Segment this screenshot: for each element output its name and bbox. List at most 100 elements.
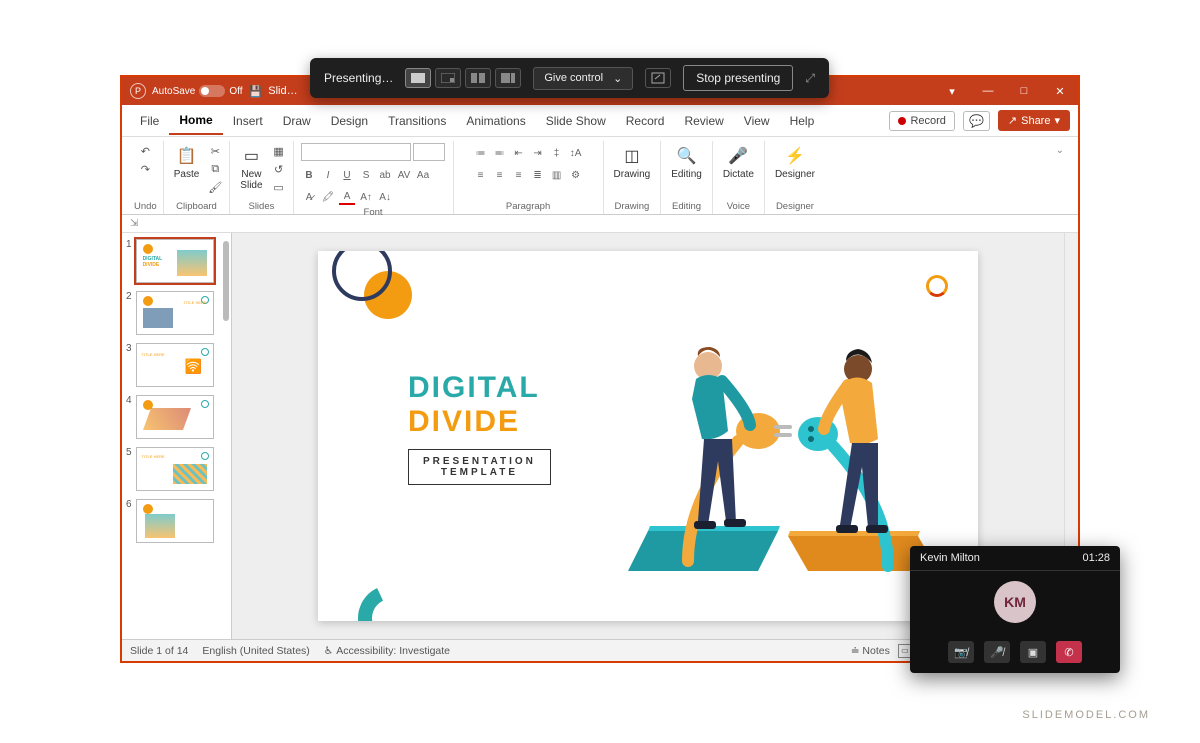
thumbnail-3[interactable]: 3TITLE HERE🛜 (126, 343, 227, 387)
dictate-label: Dictate (723, 169, 754, 180)
collapse-ribbon-button[interactable]: ⌄ (1048, 141, 1072, 214)
ribbon-options-icon[interactable]: ▾ (934, 77, 970, 105)
bullets-button[interactable]: ≔ (473, 145, 489, 161)
copy-button[interactable]: ⧉ (207, 161, 223, 177)
thumb-number: 6 (126, 499, 132, 543)
give-control-dropdown[interactable]: Give control ⌄ (533, 67, 633, 90)
drawing-button[interactable]: ◫Drawing (610, 143, 655, 182)
editing-button[interactable]: 🔍Editing (667, 143, 706, 182)
tab-home[interactable]: Home (169, 107, 222, 135)
comments-icon[interactable]: 💬 (963, 111, 990, 131)
tab-file[interactable]: File (130, 108, 169, 134)
tab-design[interactable]: Design (321, 108, 378, 134)
align-right-button[interactable]: ≡ (511, 167, 527, 183)
shadow-button[interactable]: ab (377, 167, 393, 183)
hangup-button[interactable]: ✆ (1056, 641, 1082, 663)
tab-help[interactable]: Help (780, 108, 825, 134)
slide-canvas[interactable]: DIGITAL DIVIDE PRESENTATION TEMPLATE (318, 251, 978, 621)
format-painter-button[interactable]: 🖌 (207, 179, 223, 195)
collapse-handle[interactable]: ⇲ (130, 218, 138, 229)
teams-call-widget[interactable]: Kevin Milton 01:28 KM 📷̸ 🎤̸ ▣ ✆ (910, 546, 1120, 673)
status-accessibility[interactable]: ♿︎Accessibility: Investigate (324, 645, 450, 657)
tab-record[interactable]: Record (616, 108, 675, 134)
columns-button[interactable]: ▥ (549, 167, 565, 183)
popout-button[interactable] (645, 68, 671, 88)
mic-toggle-button[interactable]: 🎤̸ (984, 641, 1010, 663)
thumbnail-6[interactable]: 6 (126, 499, 227, 543)
stop-presenting-button[interactable]: Stop presenting (683, 65, 793, 91)
tab-insert[interactable]: Insert (223, 108, 273, 134)
save-icon[interactable]: 💾 (249, 85, 263, 98)
spacing-button[interactable]: AV (396, 167, 412, 183)
tab-transitions[interactable]: Transitions (378, 108, 456, 134)
case-button[interactable]: Aa (415, 167, 431, 183)
camera-toggle-button[interactable]: 📷̸ (948, 641, 974, 663)
layout-side-by-side-button[interactable] (465, 68, 491, 88)
indent-left-button[interactable]: ⇤ (511, 145, 527, 161)
reset-button[interactable]: ↺ (271, 161, 287, 177)
layout-reporter-button[interactable] (495, 68, 521, 88)
undo-button[interactable]: ↶ (137, 143, 153, 159)
underline-button[interactable]: U (339, 167, 355, 183)
layout-button[interactable]: ▦ (271, 143, 287, 159)
tab-view[interactable]: View (734, 108, 780, 134)
notes-button[interactable]: ≐ Notes (851, 645, 890, 657)
smartart-button[interactable]: ⚙ (568, 167, 584, 183)
strike-button[interactable]: S (358, 167, 374, 183)
section-button[interactable]: ▭ (271, 179, 287, 195)
font-family-dropdown[interactable] (301, 143, 411, 161)
justify-button[interactable]: ≣ (530, 167, 546, 183)
group-voice: 🎤Dictate Voice (713, 141, 765, 214)
drawing-label: Drawing (614, 169, 651, 180)
minimize-button[interactable]: — (970, 77, 1006, 105)
thumbnail-5[interactable]: 5TITLE HERE (126, 447, 227, 491)
paste-button[interactable]: 📋Paste (170, 143, 204, 182)
indent-right-button[interactable]: ⇥ (530, 145, 546, 161)
highlight-button[interactable]: 🖍 (320, 189, 336, 205)
thumb-number: 5 (126, 447, 132, 491)
close-icon: ✕ (1055, 85, 1064, 98)
record-button[interactable]: Record (889, 111, 954, 131)
mic-off-icon: 🎤̸ (990, 646, 1004, 659)
camera-off-icon: 📷̸ (954, 646, 968, 659)
tab-slideshow[interactable]: Slide Show (536, 108, 616, 134)
dictate-button[interactable]: 🎤Dictate (719, 143, 758, 182)
thumbnail-1[interactable]: 1DIGITALDIVIDE (126, 239, 227, 283)
thumbnail-2[interactable]: 2TITLE HERE (126, 291, 227, 335)
align-left-button[interactable]: ≡ (473, 167, 489, 183)
align-center-button[interactable]: ≡ (492, 167, 508, 183)
status-language[interactable]: English (United States) (202, 645, 309, 657)
clear-format-button[interactable]: A̷ (301, 189, 317, 205)
ribbon: ↶↷ Undo 📋Paste ✂⧉🖌 Clipboard ▭New Slide … (122, 137, 1078, 215)
redo-button[interactable]: ↷ (137, 161, 153, 177)
increase-font-button[interactable]: A↑ (358, 189, 374, 205)
tab-draw[interactable]: Draw (273, 108, 321, 134)
maximize-button[interactable]: □ (1006, 77, 1042, 105)
thumbnail-4[interactable]: 4 (126, 395, 227, 439)
designer-button[interactable]: ⚡Designer (771, 143, 819, 182)
decrease-font-button[interactable]: A↓ (377, 189, 393, 205)
font-size-dropdown[interactable] (413, 143, 445, 161)
share-toggle-button[interactable]: ▣ (1020, 641, 1046, 663)
italic-button[interactable]: I (320, 167, 336, 183)
tab-animations[interactable]: Animations (456, 108, 535, 134)
numbering-button[interactable]: ≕ (492, 145, 508, 161)
new-slide-button[interactable]: ▭New Slide (236, 143, 266, 193)
scrollbar-thumb[interactable] (223, 241, 229, 321)
tab-review[interactable]: Review (674, 108, 733, 134)
chevron-down-icon: ▾ (1054, 114, 1060, 127)
layout-standout-button[interactable] (435, 68, 461, 88)
font-color-button[interactable]: A (339, 189, 355, 205)
text-direction-button[interactable]: ↕A (568, 145, 584, 161)
slide-sub2: TEMPLATE (423, 467, 536, 478)
close-button[interactable]: ✕ (1042, 77, 1078, 105)
autosave-toggle[interactable]: AutoSave Off (152, 85, 243, 97)
cut-button[interactable]: ✂ (207, 143, 223, 159)
layout-content-only-button[interactable] (405, 68, 431, 88)
record-dot-icon (898, 117, 906, 125)
share-button[interactable]: ↗Share▾ (998, 110, 1070, 131)
watermark: SLIDEMODEL.COM (1022, 709, 1150, 721)
line-spacing-button[interactable]: ‡ (549, 145, 565, 161)
pin-icon[interactable]: ⤢ (805, 71, 815, 86)
bold-button[interactable]: B (301, 167, 317, 183)
